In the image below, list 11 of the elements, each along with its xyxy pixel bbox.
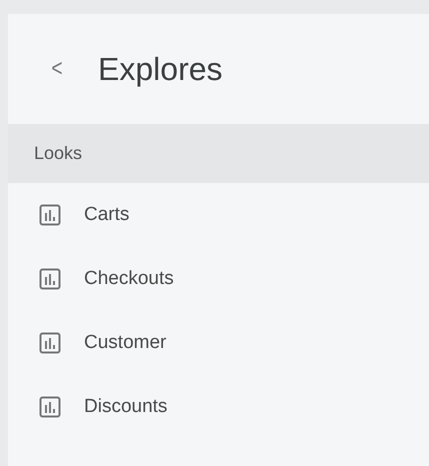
explore-item[interactable]: Carts [84, 204, 130, 226]
chart-icon [39, 396, 61, 418]
section-header: Looks [8, 124, 429, 183]
chart-icon [39, 268, 61, 290]
chart-icon [39, 332, 61, 354]
explore-item[interactable]: Discounts [84, 396, 168, 418]
explore-item[interactable]: Customer [84, 332, 166, 354]
panel-title: Explores [98, 50, 223, 88]
explore-item[interactable]: Checkouts [84, 268, 174, 290]
chart-icon [39, 204, 61, 226]
back-button[interactable]: < [51, 55, 63, 83]
